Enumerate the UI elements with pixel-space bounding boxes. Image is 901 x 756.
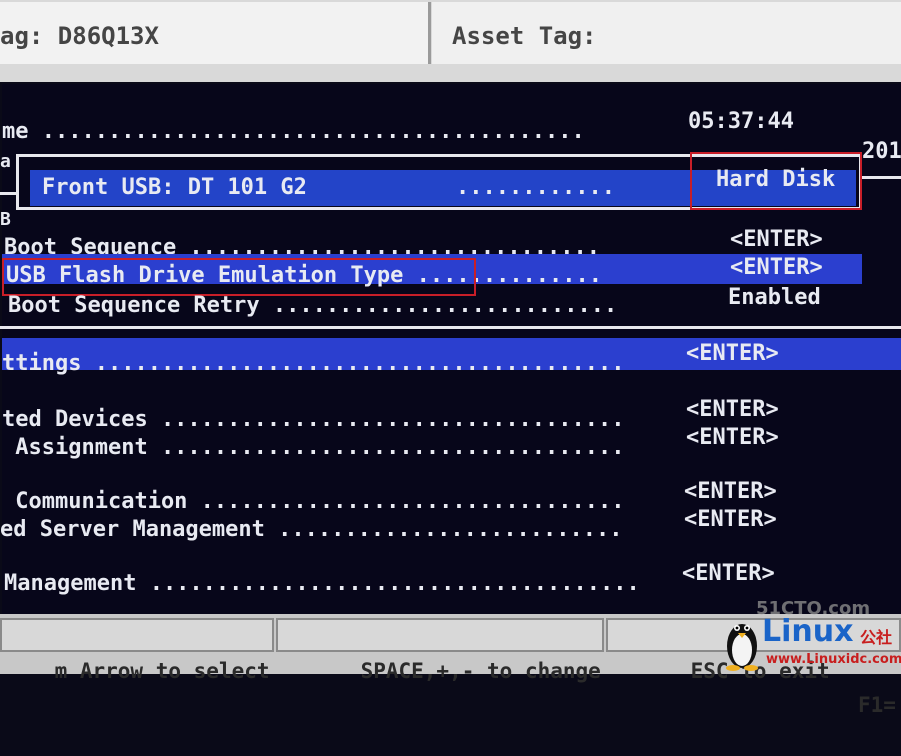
linux-logo-watermark: Linux 公社 www.Linuxidc.com	[724, 600, 901, 674]
annotation-box-usb-emulation	[2, 258, 476, 296]
service-tag-box: ag: D86Q13X	[0, 2, 431, 64]
asset-tag-text: Asset Tag:	[452, 22, 597, 50]
server-mgmt-label[interactable]: ed Server Management ...................…	[0, 518, 623, 542]
assignment-value[interactable]: <ENTER>	[686, 426, 779, 450]
settings-value[interactable]: <ENTER>	[686, 342, 779, 366]
asset-tag-box: Asset Tag:	[432, 2, 901, 64]
settings-label[interactable]: ttings .................................…	[2, 352, 625, 376]
server-mgmt-value[interactable]: <ENTER>	[684, 508, 777, 532]
management-value[interactable]: <ENTER>	[682, 562, 775, 586]
help-space-box: SPACE,+,- to change	[276, 618, 604, 683]
boot-retry-value[interactable]: Enabled	[728, 286, 821, 310]
service-tag-text: ag: D86Q13X	[0, 22, 159, 50]
communication-label[interactable]: Communication ..........................…	[2, 490, 624, 514]
date-fragment: 201	[862, 139, 901, 164]
communication-value[interactable]: <ENTER>	[684, 480, 777, 504]
left-fragment-b: B	[0, 209, 11, 230]
time-row-label: me .....................................…	[2, 119, 585, 144]
usb-emulation-value[interactable]: <ENTER>	[730, 256, 823, 280]
left-fragment-a: a	[0, 151, 11, 172]
popup-device-label[interactable]: Front USB: DT 101 G2	[42, 176, 307, 200]
management-label[interactable]: Management .............................…	[4, 572, 640, 596]
time-value[interactable]: 05:37:44	[688, 110, 794, 134]
boot-sequence-value[interactable]: <ENTER>	[730, 228, 823, 252]
logo-url: www.Linuxidc.com	[766, 652, 901, 667]
section-divider	[0, 326, 901, 329]
help-arrow-text: m Arrow to select	[54, 659, 270, 683]
boot-retry-label[interactable]: Boot Sequence Retry ....................…	[8, 294, 617, 318]
popup-dots: ............	[456, 175, 615, 200]
integrated-devices-label[interactable]: ted Devices ............................…	[2, 408, 625, 432]
penguin-icon	[726, 624, 758, 671]
assignment-label[interactable]: Assignment .............................…	[2, 436, 624, 460]
help-arrow-box: m Arrow to select	[0, 618, 274, 683]
integrated-devices-value[interactable]: <ENTER>	[686, 398, 779, 422]
logo-brand: Linux	[762, 614, 854, 649]
bios-header: ag: D86Q13X Asset Tag:	[0, 0, 901, 82]
logo-brand-cn: 公社	[860, 628, 893, 647]
help-f1-text: F1=	[858, 693, 896, 717]
popup-right-rule	[862, 176, 901, 179]
help-space-text: SPACE,+,- to change	[360, 659, 601, 683]
annotation-box-hard-disk	[690, 152, 862, 210]
